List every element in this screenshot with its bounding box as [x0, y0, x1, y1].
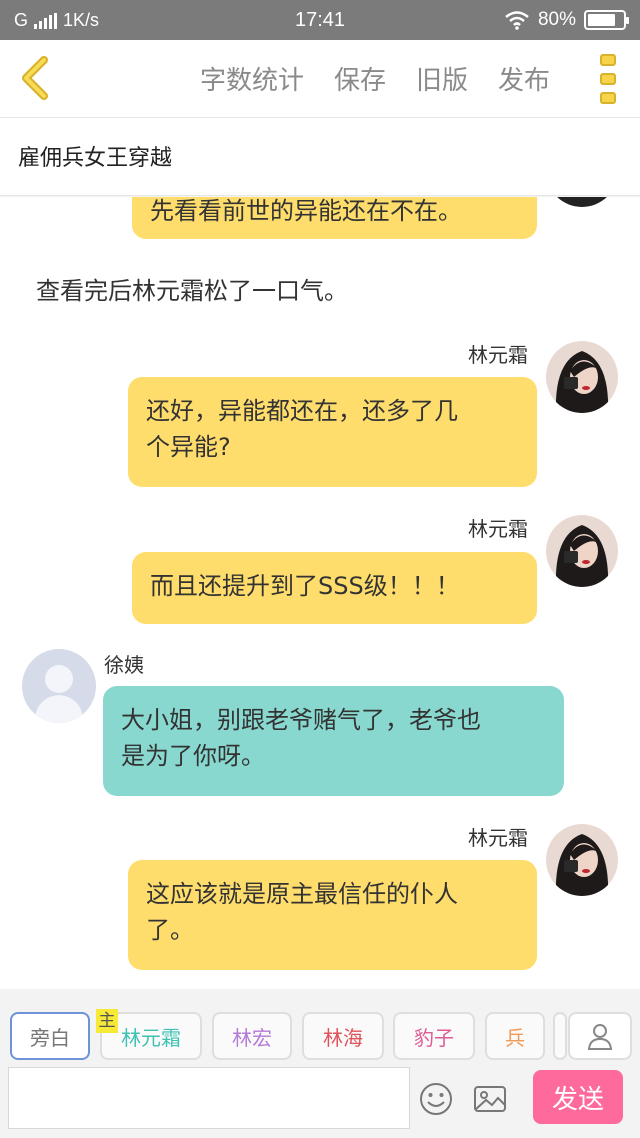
battery-fill [588, 14, 616, 26]
portrait-icon [546, 515, 618, 587]
sender-name: 林元霜 [468, 826, 528, 850]
publish-button[interactable]: 发布 [498, 60, 550, 97]
message-text-line: 还好，异能都还在，还多了几 [146, 397, 458, 425]
main-character-badge: 主 [96, 1009, 118, 1033]
avatar-xu-yi[interactable] [22, 649, 96, 723]
message-bubble[interactable]: 大小姐，别跟老爷赌气了，老爷也 是为了你呀。 [103, 686, 564, 796]
person-icon [587, 1024, 613, 1050]
old-version-button[interactable]: 旧版 [416, 60, 468, 97]
avatar-lin-yuanshuang[interactable] [546, 824, 618, 896]
emoji-icon[interactable] [418, 1081, 454, 1117]
sender-name: 徐姨 [104, 653, 144, 677]
message-bubble[interactable]: 这应该就是原主最信任的仆人 了。 [128, 860, 537, 970]
wifi-icon [505, 11, 529, 30]
message-text-line: 是为了你呀。 [121, 742, 265, 770]
word-count-button[interactable]: 字数统计 [200, 60, 304, 97]
role-chip-lin-hong[interactable]: 林宏 [212, 1012, 292, 1060]
image-icon[interactable] [472, 1081, 508, 1117]
message-text: 而且还提升到了SSS级！！！ [150, 572, 460, 600]
sender-name: 林元霜 [468, 343, 528, 367]
message-bubble[interactable]: 而且还提升到了SSS级！！！ [132, 552, 537, 624]
role-chip-lin-hai[interactable]: 林海 [302, 1012, 384, 1060]
message-text-line: 大小姐，别跟老爷赌气了，老爷也 [121, 706, 481, 734]
story-title: 雇佣兵女王穿越 [18, 146, 173, 171]
role-chip-bing[interactable]: 兵 [485, 1012, 545, 1060]
story-title-bar: 雇佣兵女王穿越 [0, 118, 640, 196]
composer: 发送 [0, 1067, 640, 1138]
role-chip-partial[interactable] [553, 1012, 567, 1060]
more-menu-icon[interactable] [600, 54, 616, 104]
status-bar: G 1K/s 17:41 80% [0, 0, 640, 40]
message-text-line: 这应该就是原主最信任的仆人 [146, 880, 458, 908]
role-selector: 旁白 林元霜 主 林宏 林海 豹子 兵 [0, 989, 640, 1067]
battery-icon [584, 10, 629, 30]
battery-percent: 80% [537, 9, 576, 30]
back-chevron-icon[interactable] [14, 54, 54, 102]
portrait-icon [546, 341, 618, 413]
avatar-lin-yuanshuang[interactable] [546, 515, 618, 587]
message-bubble[interactable]: 先看看前世的异能还在不在。 [132, 197, 537, 239]
role-manage-button[interactable] [568, 1012, 632, 1060]
portrait-icon [546, 824, 618, 896]
message-text-line: 个异能? [146, 433, 231, 461]
editor-toolbar: 字数统计 保存 旧版 发布 [0, 40, 640, 118]
avatar-lin-yuanshuang[interactable] [546, 197, 618, 207]
narration-text[interactable]: 查看完后林元霜松了一口气。 [36, 271, 348, 306]
chat-area[interactable]: 先看看前世的异能还在不在。 查看完后林元霜松了一口气。 林元霜 还好，异能都还在… [0, 197, 640, 989]
role-chip-baozi[interactable]: 豹子 [393, 1012, 475, 1060]
message-text-line: 了。 [146, 916, 194, 944]
save-button[interactable]: 保存 [334, 60, 386, 97]
message-bubble[interactable]: 还好，异能都还在，还多了几 个异能? [128, 377, 537, 487]
message-input[interactable] [8, 1067, 410, 1129]
default-person-icon [22, 649, 96, 723]
send-button[interactable]: 发送 [533, 1070, 623, 1124]
role-chip-narrator[interactable]: 旁白 [10, 1012, 90, 1060]
message-text: 先看看前世的异能还在不在。 [150, 197, 462, 225]
sender-name: 林元霜 [468, 517, 528, 541]
avatar-lin-yuanshuang[interactable] [546, 341, 618, 413]
